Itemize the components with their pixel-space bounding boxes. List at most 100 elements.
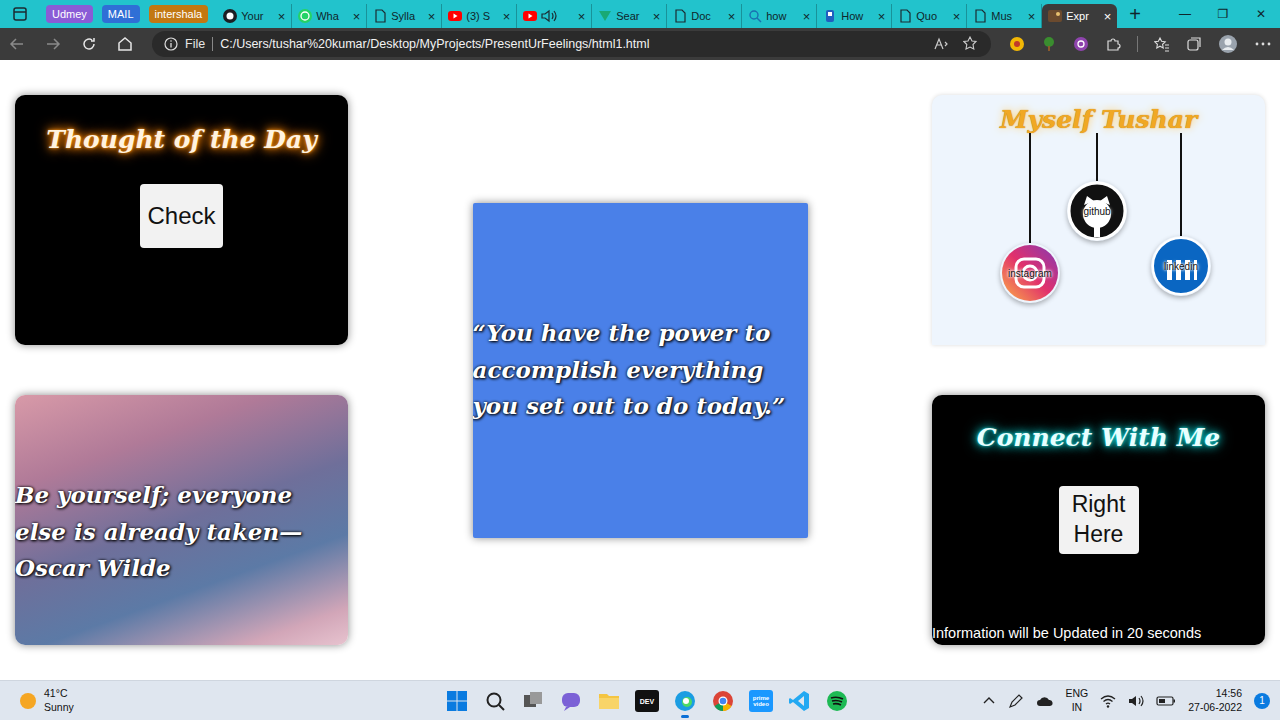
purple-extension-icon[interactable] (1073, 36, 1089, 52)
update-notice: Information will be Updated in 20 second… (932, 625, 1201, 641)
add-favorite-icon[interactable] (963, 36, 979, 52)
tab-label: Wha (316, 10, 348, 22)
hanging-string (1029, 133, 1031, 243)
weather-widget[interactable]: 41°CSunny (18, 687, 74, 713)
taskbar-app[interactable]: prime video (748, 683, 774, 719)
taskbar-app[interactable] (824, 683, 850, 719)
language-code: ENG (1066, 687, 1089, 701)
browser-tab[interactable]: Expr × (1042, 4, 1117, 28)
browser-tab[interactable]: Mus× (967, 4, 1042, 28)
tree-extension-icon[interactable] (1041, 36, 1057, 52)
tab-close-button[interactable]: × (578, 9, 586, 24)
vine-icon (598, 9, 612, 23)
taskbar-app[interactable] (520, 683, 546, 719)
tab-close-button[interactable]: × (728, 9, 736, 24)
browser-tab[interactable]: Sylla× (367, 4, 442, 28)
back-arrow-icon[interactable] (8, 35, 26, 53)
speaker-icon[interactable] (541, 9, 557, 23)
tab-group[interactable]: Udmey (46, 5, 93, 23)
browser-tab[interactable]: Doc× (667, 4, 742, 28)
folder-icon (598, 690, 620, 712)
window-control-button[interactable]: ❐ (1204, 7, 1242, 21)
taskbar-app[interactable] (786, 683, 812, 719)
screen: UdmeyMAILintershalaYour×Wha×Sylla×(3) S×… (0, 0, 1280, 720)
social-link[interactable]: linkedin (1151, 133, 1211, 296)
tab-close-button[interactable]: × (1104, 9, 1112, 24)
social-label: instagram (1008, 268, 1052, 279)
taskbar-app[interactable] (710, 683, 736, 719)
tab-actions-icon[interactable] (12, 6, 28, 22)
tab-close-button[interactable]: × (1028, 9, 1036, 24)
hanging-string (1180, 133, 1182, 236)
perplexity-icon (823, 9, 837, 23)
hanging-string (1096, 133, 1098, 181)
window-control-button[interactable]: — (1166, 7, 1204, 21)
social-link[interactable]: instagram (1000, 133, 1060, 303)
clock[interactable]: 14:5627-06-2022 (1188, 687, 1242, 714)
window-control-button[interactable]: ✕ (1242, 7, 1280, 21)
profile-icon[interactable] (1218, 34, 1238, 54)
tab-group[interactable]: MAIL (102, 5, 140, 23)
home-icon[interactable] (116, 35, 134, 53)
tab-close-button[interactable]: × (278, 9, 286, 24)
tab-label: Sear (616, 10, 648, 22)
tab-label: Your (241, 10, 273, 22)
browser-tab[interactable]: × (517, 4, 592, 28)
social-bubble[interactable]: github (1067, 181, 1127, 241)
taskbar-app[interactable] (444, 683, 470, 719)
volume-icon[interactable] (1128, 693, 1144, 709)
address-bar[interactable]: FileC:/Users/tushar%20kumar/Desktop/MyPr… (152, 31, 991, 57)
refresh-icon[interactable] (80, 35, 98, 53)
wifi-icon[interactable] (1100, 693, 1116, 709)
vscode-icon (788, 690, 810, 712)
browser-tab[interactable]: Quo× (892, 4, 967, 28)
right-here-button[interactable]: Right Here (1059, 486, 1139, 554)
check-button[interactable]: Check (140, 184, 222, 248)
battery-icon[interactable] (1156, 693, 1176, 709)
tab-close-button[interactable]: × (428, 9, 436, 24)
more-icon[interactable] (1254, 36, 1272, 52)
tab-group[interactable]: intershala (149, 5, 209, 23)
taskbar-app[interactable] (596, 683, 622, 719)
taskbar-app[interactable] (672, 683, 698, 719)
puzzle-icon[interactable] (1105, 36, 1121, 52)
browser-tab[interactable]: Sear × (592, 4, 667, 28)
tab-close-button[interactable]: × (353, 9, 361, 24)
tab-close-button[interactable]: × (878, 9, 886, 24)
taskbar-app[interactable]: DEV (634, 683, 660, 719)
taskbar-app[interactable] (558, 683, 584, 719)
search-icon (484, 690, 506, 712)
tab-close-button[interactable]: × (803, 9, 811, 24)
pen-icon[interactable] (1008, 693, 1024, 709)
info-icon[interactable] (164, 37, 178, 51)
browser-tab[interactable]: (3) S × (442, 4, 517, 28)
forward-arrow-icon[interactable] (44, 35, 62, 53)
extension-icon[interactable] (1009, 36, 1025, 52)
notification-badge[interactable]: 1 (1254, 693, 1270, 709)
tab-close-button[interactable]: × (653, 9, 661, 24)
browser-tab[interactable]: how× (742, 4, 817, 28)
profile-card: Myself Tusharinstagramgithublinkedin (932, 95, 1265, 345)
edge-icon (674, 690, 696, 712)
social-bubble[interactable]: instagram (1000, 243, 1060, 303)
collections-icon[interactable] (1186, 36, 1202, 52)
new-tab-button[interactable]: + (1129, 3, 1141, 26)
clock-date: 27-06-2022 (1188, 701, 1242, 715)
favorites-icon[interactable] (1154, 36, 1170, 52)
document-icon (898, 9, 912, 23)
tab-label: Expr (1066, 10, 1099, 22)
cloud-icon[interactable] (1036, 693, 1054, 709)
tab-label: (3) S (466, 10, 498, 22)
chevron-up-icon[interactable] (982, 694, 996, 708)
center-column: “You have the power to accomplish everyt… (348, 95, 932, 645)
taskbar-app[interactable] (482, 683, 508, 719)
social-bubble[interactable]: linkedin (1151, 236, 1211, 296)
read-aloud-icon[interactable] (933, 36, 949, 52)
tab-close-button[interactable]: × (953, 9, 961, 24)
tab-close-button[interactable]: × (503, 9, 511, 24)
social-link[interactable]: github (1067, 133, 1127, 241)
input-language[interactable]: ENGIN (1066, 687, 1089, 714)
browser-tab[interactable]: How× (817, 4, 892, 28)
browser-tab[interactable]: Wha × (292, 4, 367, 28)
browser-tab[interactable]: Your × (217, 4, 292, 28)
